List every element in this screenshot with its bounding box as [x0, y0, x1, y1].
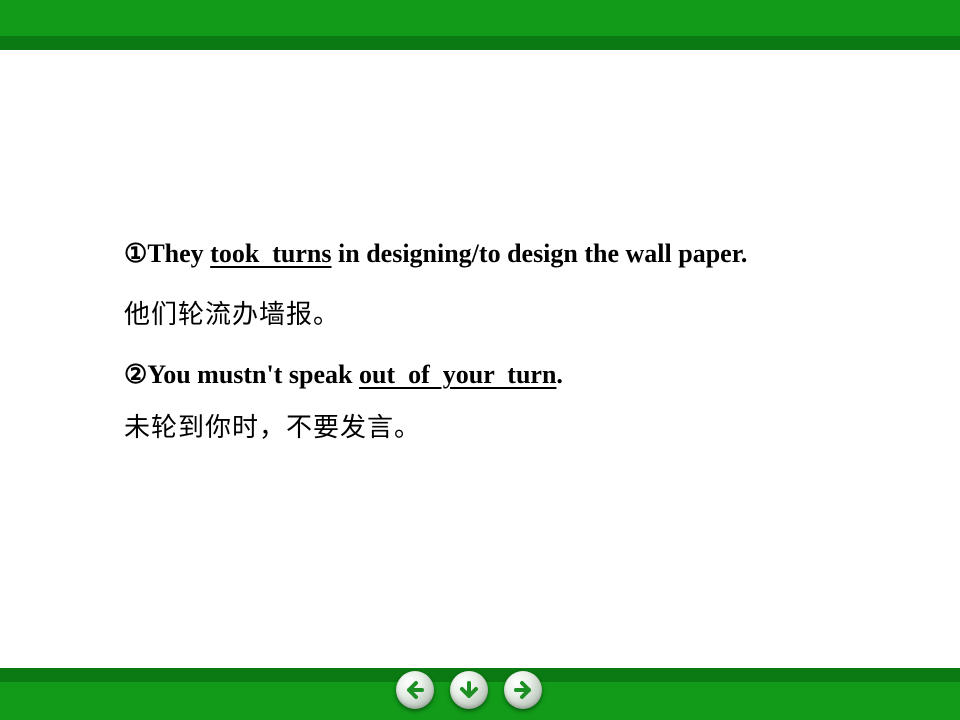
- example-sentence-1: ①They took turns in designing/to design …: [124, 234, 924, 274]
- translation-1: 他们轮流办墙报。: [124, 300, 341, 330]
- arrow-right-icon: [514, 681, 531, 699]
- top-banner: [0, 0, 960, 36]
- arrow-left-icon: [407, 681, 424, 699]
- previous-button[interactable]: [396, 671, 434, 709]
- answer-blank: took turns: [210, 239, 332, 268]
- sentence-text: in designing/to design the wall paper.: [331, 239, 748, 268]
- navigation-controls: [396, 668, 542, 712]
- item-marker: ①: [124, 239, 148, 268]
- arrow-down-icon: [460, 681, 478, 698]
- sentence-text: .: [556, 360, 563, 389]
- example-sentence-2: ②You mustn't speak out of your turn.: [124, 355, 924, 395]
- translation-2: 未轮到你时，不要发言。: [124, 413, 422, 443]
- next-button[interactable]: [504, 671, 542, 709]
- slide-content: ①They took turns in designing/to design …: [124, 234, 924, 448]
- top-banner-stripe: [0, 36, 960, 50]
- down-button[interactable]: [450, 671, 488, 709]
- answer-blank: out of your turn: [358, 360, 557, 389]
- item-marker: ②: [124, 360, 148, 389]
- sentence-text: You mustn't speak: [147, 360, 359, 389]
- sentence-text: They: [147, 239, 211, 268]
